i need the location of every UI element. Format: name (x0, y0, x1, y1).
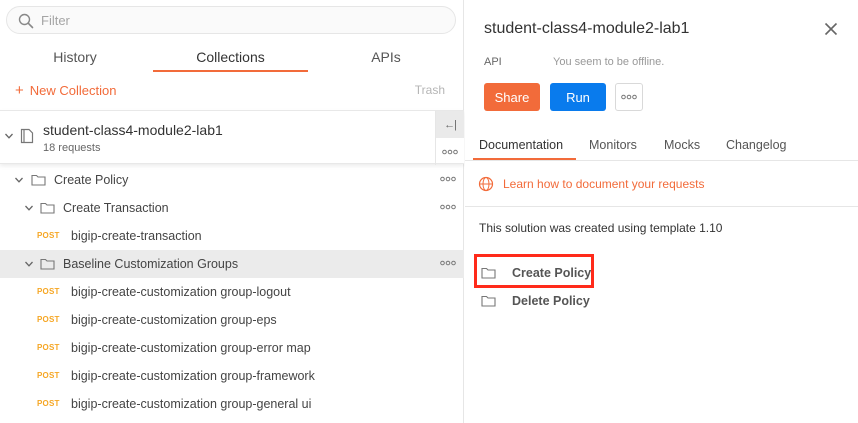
request-row[interactable]: POST bigip-create-customization group-ge… (0, 390, 464, 418)
more-options-icon (621, 94, 637, 100)
folder-icon (40, 258, 55, 270)
collection-detail-pane: student-class4-module2-lab1 API You seem… (465, 0, 858, 423)
request-label: bigip-create-customization group-error m… (71, 341, 311, 355)
collection-name: student-class4-module2-lab1 (43, 122, 223, 138)
method-badge: POST (37, 231, 60, 240)
detail-more-button[interactable] (615, 83, 643, 111)
request-row[interactable]: POST bigip-create-customization group-er… (0, 334, 464, 362)
tab-documentation[interactable]: Documentation (472, 138, 577, 160)
chevron-down-icon[interactable] (24, 259, 34, 269)
method-badge: POST (37, 315, 60, 324)
method-badge: POST (37, 371, 60, 380)
search-input[interactable] (41, 11, 441, 30)
folder-label: Create Transaction (63, 201, 169, 215)
collapse-left-icon: ←| (444, 118, 457, 131)
method-badge: POST (37, 399, 60, 408)
folder-label: Baseline Customization Groups (63, 257, 239, 271)
collections-toolbar: + New Collection Trash (0, 80, 464, 102)
search-icon (18, 13, 34, 29)
divider (465, 206, 858, 207)
learn-docs-text[interactable]: Learn how to document your requests (503, 177, 704, 191)
tab-changelog[interactable]: Changelog (726, 138, 786, 152)
folder-label: Create Policy (54, 173, 129, 187)
sidebar-tabs: History Collections APIs (0, 44, 464, 74)
request-row[interactable]: POST bigip-create-customization group-fr… (0, 362, 464, 390)
collapse-sidebar-button[interactable]: ←| (436, 111, 464, 138)
tab-monitors[interactable]: Monitors (589, 138, 637, 152)
request-label: bigip-create-customization group-logout (71, 285, 291, 299)
folder-row-create-transaction[interactable]: Create Transaction (0, 194, 464, 222)
collection-item[interactable]: student-class4-module2-lab1 18 requests … (0, 110, 464, 165)
share-button[interactable]: Share (484, 83, 540, 111)
request-label: bigip-create-customization group-general… (71, 397, 312, 411)
tab-history[interactable]: History (0, 44, 150, 74)
run-button[interactable]: Run (550, 83, 606, 111)
method-badge: POST (37, 343, 60, 352)
trash-button[interactable]: Trash (415, 83, 445, 97)
highlight-box (474, 254, 594, 288)
chevron-down-icon[interactable] (14, 175, 24, 185)
folder-icon (40, 202, 55, 214)
request-label: bigip-create-transaction (71, 229, 202, 243)
detail-tabs: Documentation Monitors Mocks Changelog (465, 130, 858, 161)
request-row[interactable]: POST bigip-create-customization group-ep… (0, 306, 464, 334)
sidebar: History Collections APIs + New Collection… (0, 0, 464, 423)
chevron-down-icon[interactable] (24, 203, 34, 213)
request-label: bigip-create-customization group-eps (71, 313, 277, 327)
collection-actions: ←| (435, 111, 464, 165)
more-options-icon[interactable] (440, 258, 456, 268)
close-icon[interactable] (824, 22, 838, 36)
method-badge: POST (37, 287, 60, 296)
new-collection-button[interactable]: + New Collection (15, 82, 116, 99)
folder-icon (481, 295, 496, 307)
request-row[interactable]: POST bigip-create-transaction (0, 222, 464, 250)
collection-request-count: 18 requests (43, 142, 101, 154)
collection-more-button[interactable] (436, 138, 464, 165)
new-collection-label: New Collection (29, 83, 117, 98)
chevron-down-icon[interactable] (4, 131, 14, 141)
plus-icon: + (15, 82, 24, 99)
tab-mocks[interactable]: Mocks (664, 138, 700, 152)
folder-icon (31, 174, 46, 186)
collection-icon (20, 128, 34, 144)
detail-type: API (484, 56, 502, 68)
doc-folder-label[interactable]: Delete Policy (512, 294, 590, 308)
request-row[interactable]: POST bigip-create-customization group-lo… (0, 278, 464, 306)
detail-title: student-class4-module2-lab1 (484, 20, 690, 37)
folder-row-baseline-customization-groups[interactable]: Baseline Customization Groups (0, 250, 464, 278)
tab-collections[interactable]: Collections (153, 44, 308, 74)
more-options-icon[interactable] (440, 202, 456, 212)
more-options-icon (442, 149, 458, 154)
tab-apis[interactable]: APIs (310, 44, 462, 74)
collection-description: This solution was created using template… (479, 221, 723, 235)
more-options-icon[interactable] (440, 174, 456, 184)
offline-status: You seem to be offline. (553, 56, 665, 68)
globe-icon (478, 176, 494, 192)
search-box[interactable] (6, 6, 456, 34)
request-label: bigip-create-customization group-framewo… (71, 369, 315, 383)
folder-row-create-policy[interactable]: Create Policy (0, 166, 464, 194)
